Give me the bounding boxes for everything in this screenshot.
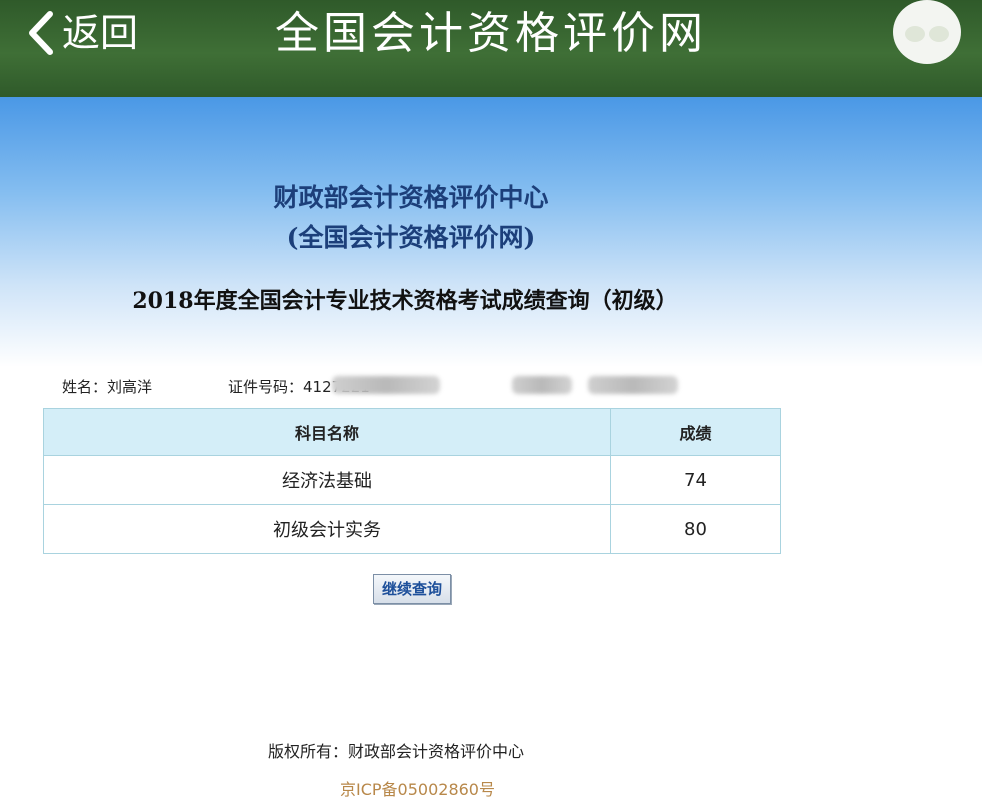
header-score: 成绩 [610,408,781,456]
redacted-id-part [332,376,440,394]
table-row: 经济法基础 74 [43,455,781,505]
score-cell: 74 [610,455,781,505]
candidate-name: 姓名：刘高洋 [62,376,152,397]
copyright: 版权所有：财政部会计资格评价中心 [268,742,525,761]
name-label: 姓名： [62,378,108,396]
redacted-id-part [588,376,678,394]
score-cell: 80 [610,504,781,554]
org-subtitle: (全国会计资格评价网) [286,223,536,252]
table-row: 初级会计实务 80 [43,504,781,554]
redacted-id-part [512,376,572,394]
avatar-face-icon [897,2,957,62]
site-title: 全国会计资格评价网 [275,8,707,59]
continue-query-button[interactable]: 继续查询 [373,574,451,604]
table-header-row: 科目名称 成绩 [43,408,781,456]
subject-cell: 经济法基础 [43,455,611,505]
score-table: 科目名称 成绩 经济法基础 74 初级会计实务 80 [43,408,781,554]
org-name: 财政部会计资格评价中心 [273,183,549,212]
page-title: 2018年度全国会计专业技术资格考试成绩查询（初级） [132,288,678,314]
icp-link[interactable]: 京ICP备05002860号 [340,776,495,800]
avatar[interactable] [893,0,961,64]
header-subject: 科目名称 [43,408,611,456]
id-label: 证件号码： [228,378,304,396]
top-bar: 返回 全国会计资格评价网 [0,0,982,97]
subject-cell: 初级会计实务 [43,504,611,554]
name-value: 刘高洋 [107,378,153,396]
